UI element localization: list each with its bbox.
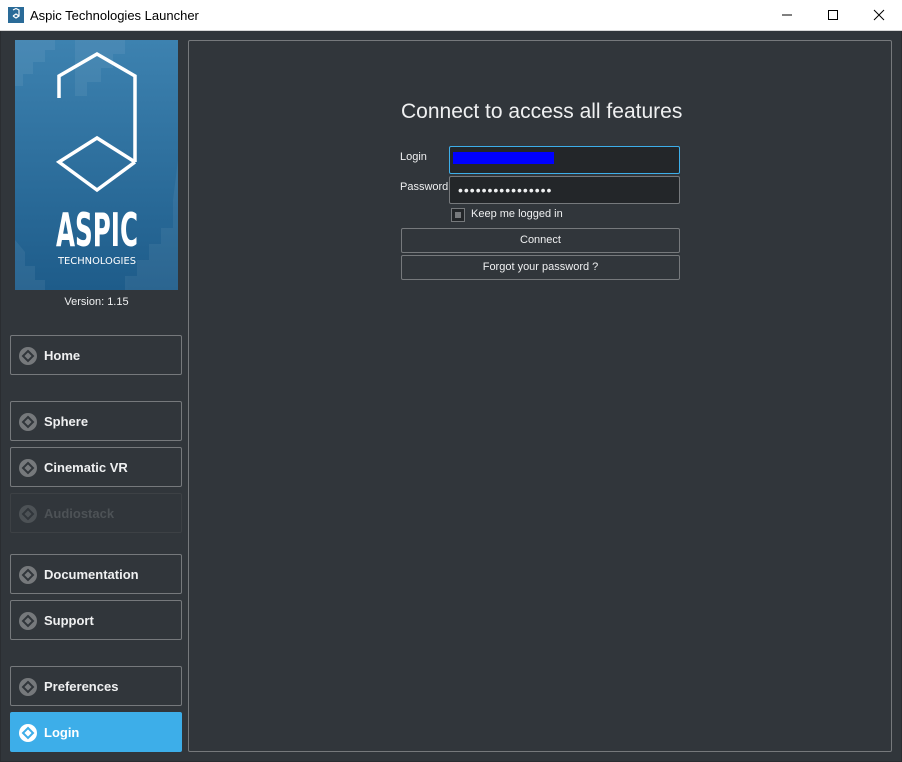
password-field[interactable]: ••••••••••••••••: [449, 176, 680, 204]
diamond-icon: [19, 413, 37, 431]
nav-support-button[interactable]: Support: [10, 600, 182, 640]
aspic-logo-graphic: ASPIC TECHNOLOGIES: [15, 40, 178, 290]
diamond-icon: [19, 505, 37, 523]
nav-audiostack-button: Audiostack: [10, 493, 182, 533]
maximize-button[interactable]: [810, 0, 856, 30]
nav-home-label: Home: [44, 348, 81, 363]
diamond-icon: [19, 678, 37, 696]
nav-home-button[interactable]: Home: [10, 335, 182, 375]
nav-cinematic-vr-button[interactable]: Cinematic VR: [10, 447, 182, 487]
nav-cinematic-vr-label: Cinematic VR: [44, 460, 128, 475]
brand-name: ASPIC: [56, 203, 138, 257]
nav-documentation-label: Documentation: [44, 567, 139, 582]
nav-preferences-label: Preferences: [44, 679, 119, 694]
close-button[interactable]: [856, 0, 902, 30]
nav-preferences-button[interactable]: Preferences: [10, 666, 182, 706]
brand-logo-panel: ASPIC TECHNOLOGIES: [15, 40, 178, 290]
keep-logged-in-checkbox[interactable]: [451, 208, 465, 222]
minimize-icon: [782, 14, 792, 16]
keep-logged-in-label[interactable]: Keep me logged in: [471, 208, 563, 220]
nav-sphere-label: Sphere: [44, 414, 89, 429]
close-icon: [873, 9, 885, 21]
window-title: Aspic Technologies Launcher: [30, 8, 199, 23]
nav-audiostack-label: Audiostack: [44, 506, 115, 521]
diamond-icon: [19, 459, 37, 477]
app-logo-icon: [8, 7, 24, 23]
minimize-button[interactable]: [764, 0, 810, 30]
diamond-icon: [19, 612, 37, 630]
version-label: Version: 1.15: [64, 296, 129, 308]
login-heading: Connect to access all features: [401, 100, 683, 123]
nav-sphere-button[interactable]: Sphere: [10, 401, 182, 441]
nav-login-button[interactable]: Login: [10, 712, 182, 752]
connect-button[interactable]: Connect: [401, 228, 680, 253]
nav-documentation-button[interactable]: Documentation: [10, 554, 182, 594]
login-label: Login: [400, 151, 427, 163]
forgot-password-button[interactable]: Forgot your password ?: [401, 255, 680, 280]
title-bar: Aspic Technologies Launcher: [0, 0, 902, 31]
diamond-icon: [19, 347, 37, 365]
password-label: Password: [400, 181, 449, 193]
diamond-icon: [19, 724, 37, 742]
maximize-icon: [828, 10, 838, 20]
brand-tagline: TECHNOLOGIES: [57, 256, 136, 267]
diamond-icon: [19, 566, 37, 584]
nav-login-label: Login: [44, 725, 80, 740]
nav-support-label: Support: [44, 613, 94, 628]
redacted-login-mask: [453, 152, 554, 164]
